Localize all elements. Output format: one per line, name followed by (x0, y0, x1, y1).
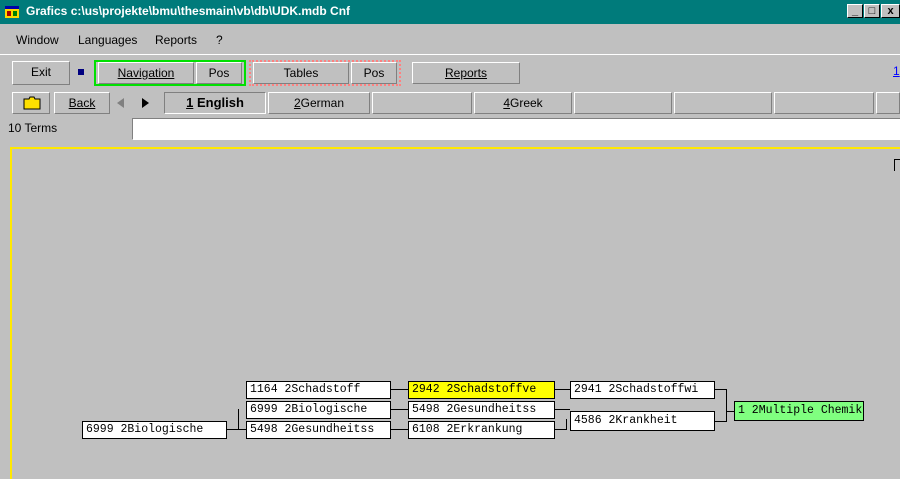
graph-node[interactable]: 6108 2Erkrankung (408, 421, 555, 439)
graph-node[interactable]: 1164 2Schadstoff (246, 381, 391, 399)
tab-english-number: 1 (186, 95, 194, 110)
connector-line (226, 429, 246, 430)
page-link[interactable]: 1 (893, 64, 900, 78)
menu-bar: Window Languages Reports ? (0, 24, 900, 54)
folder-icon (23, 96, 41, 110)
tab-greek-number: 4 (503, 96, 510, 110)
reports-button[interactable]: Reports (412, 62, 520, 84)
connector-line (390, 409, 408, 410)
graph-node-selected[interactable]: 2942 2Schadstoffve (408, 381, 555, 399)
tab-english[interactable]: 1 English (164, 92, 266, 114)
connector-line (390, 429, 408, 430)
connector-line (726, 411, 727, 422)
window-title: Grafics c:\us\projekte\bmu\thesmain\vb\d… (26, 4, 351, 18)
graph-node[interactable]: 4586 2Krankheit (570, 411, 715, 431)
menu-window[interactable]: Window (16, 33, 59, 47)
tab-lang7[interactable] (774, 92, 874, 114)
tables-label: Tables (283, 66, 319, 80)
title-bar: Grafics c:\us\projekte\bmu\thesmain\vb\d… (0, 0, 900, 24)
open-button[interactable] (12, 92, 50, 114)
connector-line (554, 409, 570, 410)
tables-pos-button[interactable]: Pos (351, 62, 397, 84)
tab-english-label: English (196, 95, 244, 110)
app-icon (5, 6, 19, 18)
connector-line (714, 389, 726, 390)
minimize-button[interactable]: _ (847, 4, 863, 18)
tab-lang3[interactable] (372, 92, 472, 114)
tab-lang8[interactable] (876, 92, 900, 114)
connector-line (714, 421, 726, 422)
navigation-pos-label: Pos (208, 66, 230, 80)
tab-greek[interactable]: 4Greek (474, 92, 572, 114)
navigation-button[interactable]: Navigation (98, 62, 194, 84)
scroll-handle[interactable] (894, 159, 900, 171)
graph-node[interactable]: 5498 2Gesundheitss (246, 421, 391, 439)
square-icon (78, 69, 84, 75)
graph-node[interactable]: 2941 2Schadstoffwi (570, 381, 715, 399)
graph-node-terminal[interactable]: 1 2Multiple Chemik (734, 401, 864, 421)
reports-label: Reports (444, 66, 488, 80)
connector-line (554, 389, 570, 390)
exit-button[interactable]: Exit (12, 61, 70, 85)
tab-lang5[interactable] (574, 92, 672, 114)
tab-german[interactable]: 2German (268, 92, 370, 114)
toolbar: Exit Navigation Pos Tables Pos Reports 1 (0, 54, 900, 88)
tab-german-label: German (300, 96, 345, 110)
connector-line (390, 389, 408, 390)
back-label: Back (68, 96, 96, 110)
connector-line (554, 429, 566, 430)
close-button[interactable]: x (881, 4, 900, 18)
terms-input[interactable] (132, 118, 900, 140)
tab-greek-label: Greek (510, 96, 543, 110)
maximize-button[interactable]: □ (864, 4, 880, 18)
connector-line (566, 419, 567, 430)
graph-node[interactable]: 5498 2Gesundheitss (408, 401, 555, 419)
menu-help[interactable]: ? (216, 33, 223, 47)
connector-line (238, 409, 239, 430)
connector-line (726, 411, 734, 412)
graph-node[interactable]: 6999 2Biologische (246, 401, 391, 419)
menu-languages[interactable]: Languages (78, 33, 137, 47)
tables-pos-label: Pos (363, 66, 385, 80)
tab-german-number: 2 (293, 96, 301, 110)
terms-label: 10 Terms (8, 121, 58, 135)
back-button[interactable]: Back (54, 92, 110, 114)
menu-reports[interactable]: Reports (155, 33, 197, 47)
graph-node[interactable]: 6999 2Biologische (82, 421, 227, 439)
triangle-right-icon[interactable] (142, 98, 149, 108)
navigation-label: Navigation (117, 66, 175, 80)
tab-lang6[interactable] (674, 92, 772, 114)
graph-canvas: 6999 2Biologische 1164 2Schadstoff 6999 … (12, 149, 900, 479)
triangle-left-icon[interactable] (117, 98, 124, 108)
language-bar: Back 1 English 2German 4Greek (0, 89, 900, 117)
connector-line (726, 389, 727, 411)
exit-label: Exit (30, 65, 51, 79)
tables-button[interactable]: Tables (253, 62, 349, 84)
navigation-pos-button[interactable]: Pos (196, 62, 242, 84)
